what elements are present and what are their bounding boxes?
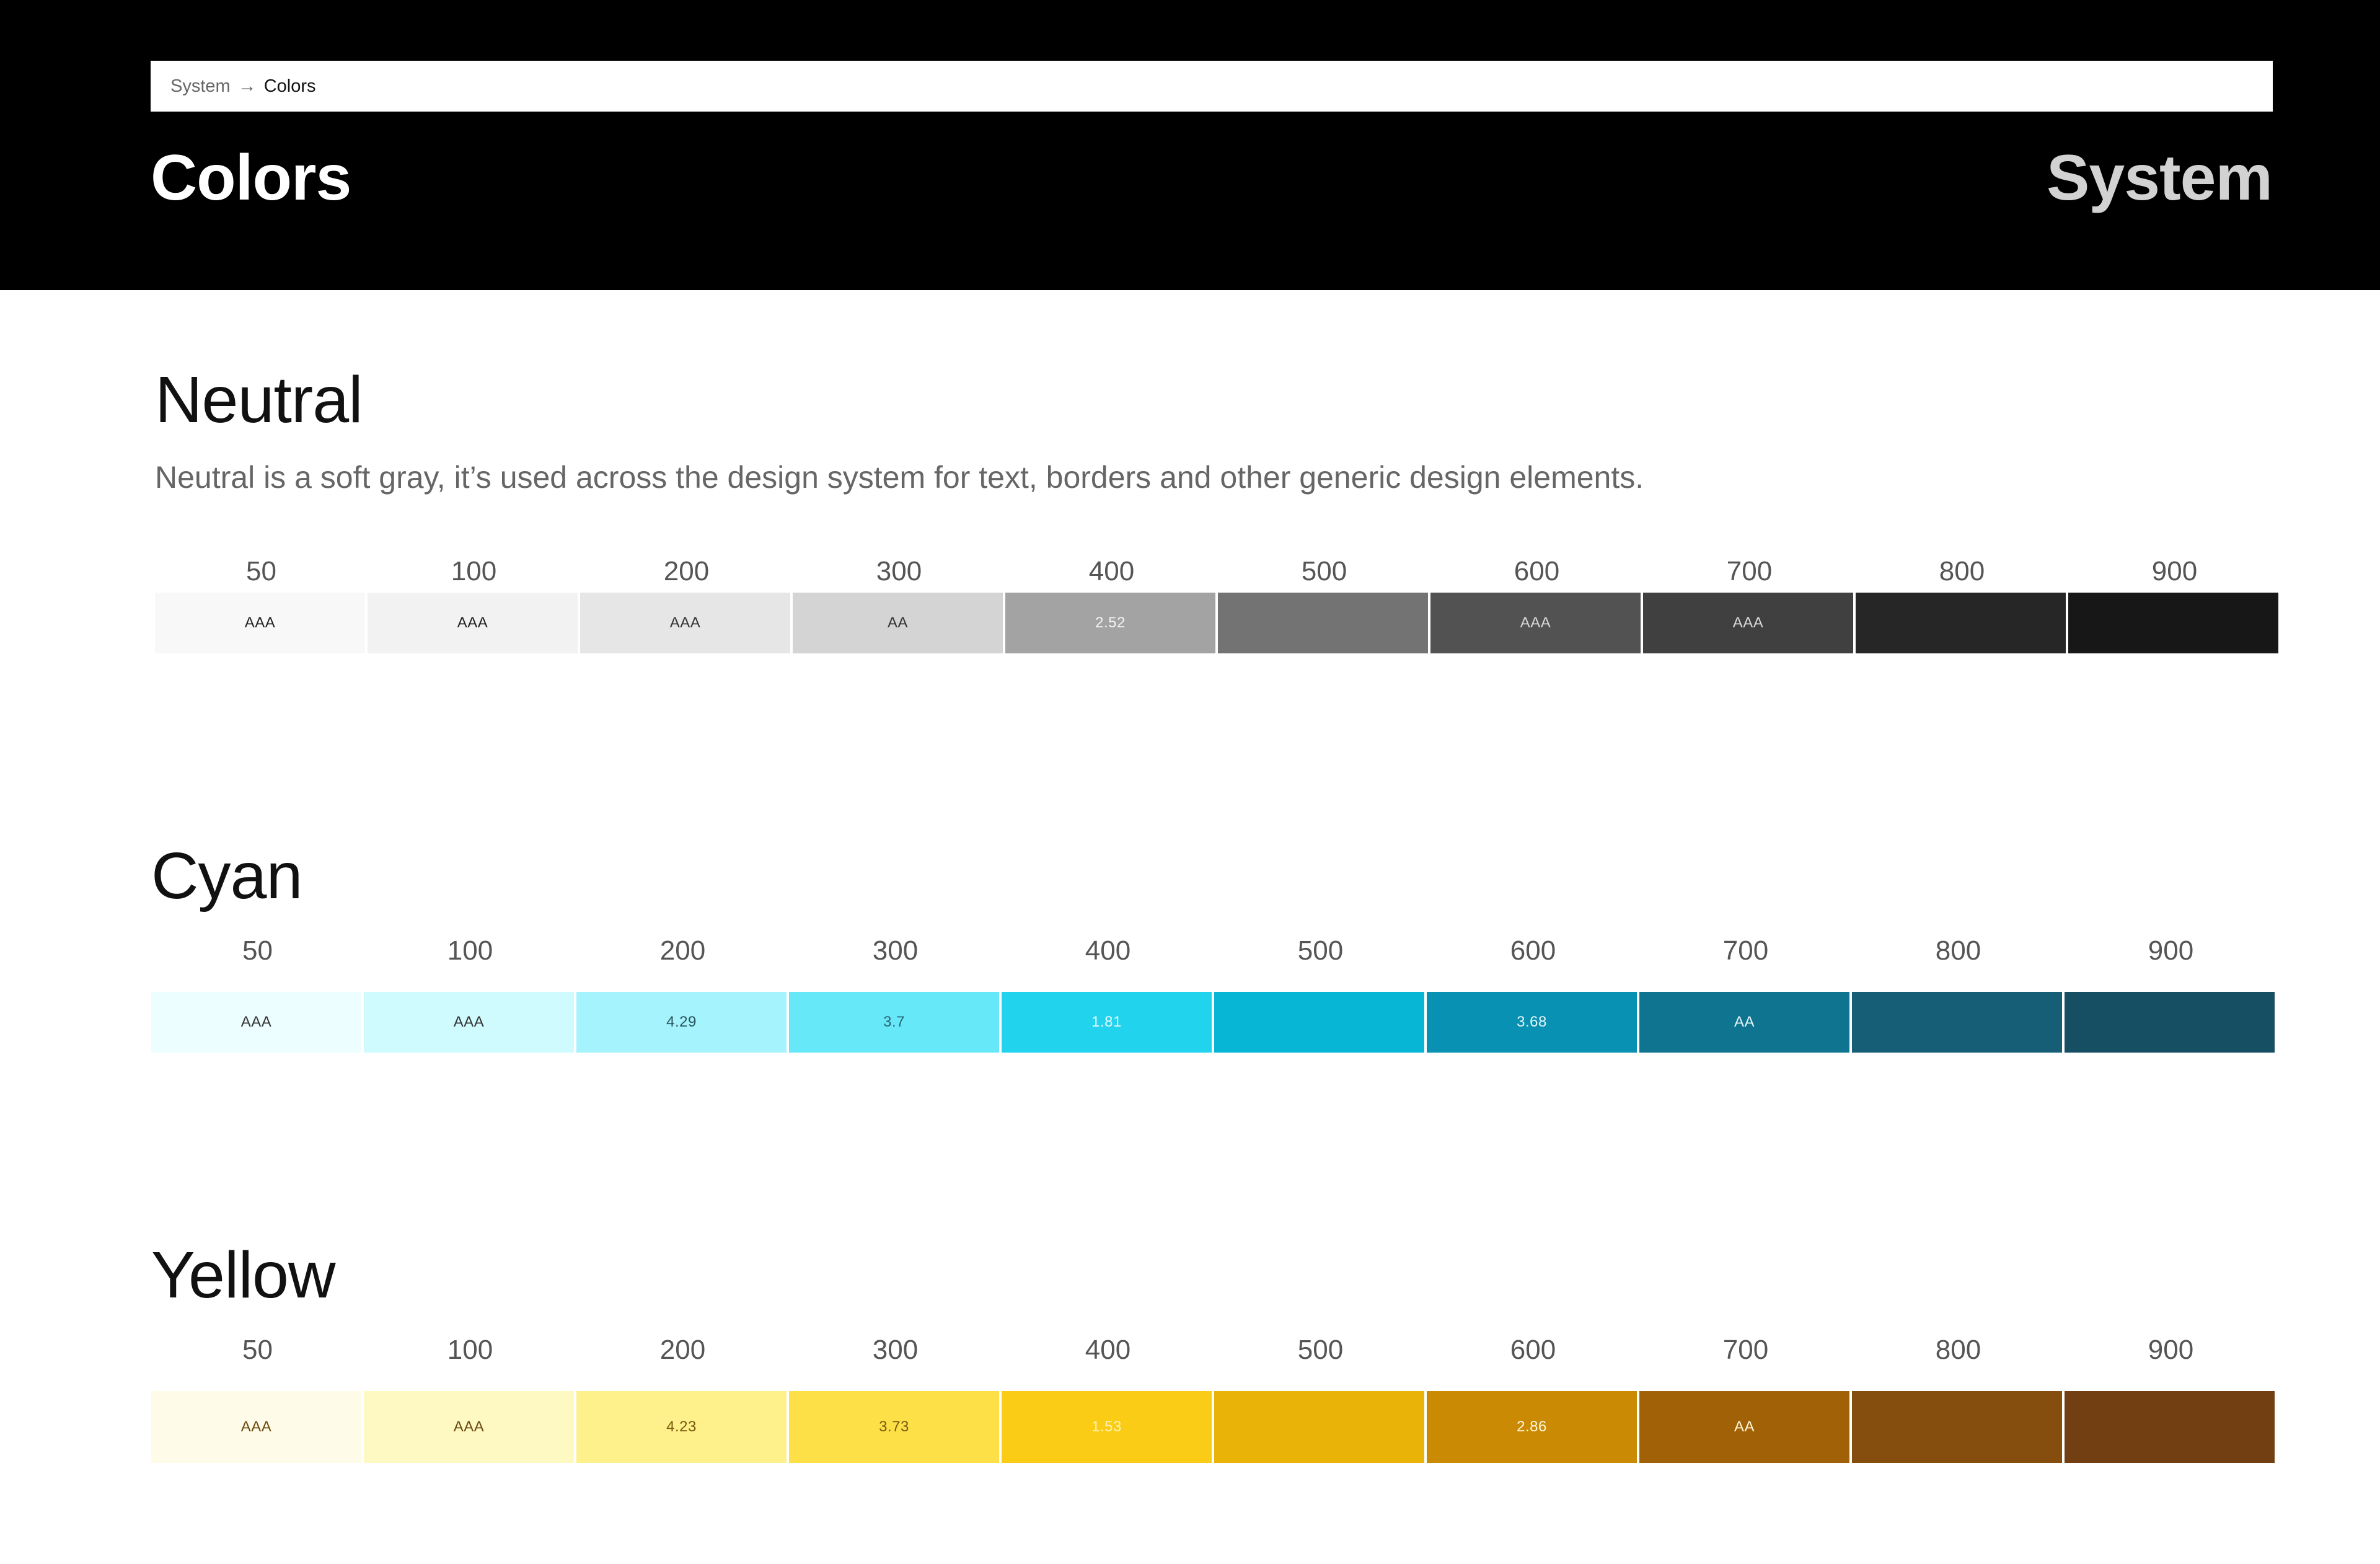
palette-description: Neutral is a soft gray, it’s used across… xyxy=(155,460,1644,495)
scale-label: 700 xyxy=(1726,556,1773,586)
scale-label: 200 xyxy=(663,556,710,586)
scale-label: 500 xyxy=(1297,935,1344,966)
color-swatch[interactable]: 1.81 xyxy=(1002,992,1212,1053)
scale-label: 800 xyxy=(1939,556,1985,586)
scale-labels: 50 100 200 300 400 500 600 700 800 900 xyxy=(151,934,2277,968)
swatch-row: AAA AAA AAA AA 2.52 AAA AAA xyxy=(155,593,2281,653)
color-swatch[interactable] xyxy=(1856,593,2066,653)
color-swatch[interactable] xyxy=(2065,992,2275,1053)
color-swatch[interactable]: AAA xyxy=(151,992,361,1053)
color-swatch[interactable]: AAA xyxy=(580,593,790,653)
scale-label: 200 xyxy=(659,1335,706,1365)
color-swatch[interactable]: AAA xyxy=(364,1391,574,1463)
scale-label: 50 xyxy=(242,1335,273,1365)
scale-label: 600 xyxy=(1510,935,1556,966)
color-swatch[interactable]: 2.86 xyxy=(1427,1391,1637,1463)
color-swatch[interactable]: 3.68 xyxy=(1427,992,1637,1053)
system-label: System xyxy=(2047,142,2273,214)
color-swatch[interactable]: AA xyxy=(1639,1391,1849,1463)
scale-label: 50 xyxy=(242,935,273,966)
color-swatch[interactable]: 4.29 xyxy=(576,992,787,1053)
scale-label: 500 xyxy=(1301,556,1347,586)
palette-title: Cyan xyxy=(151,839,302,912)
color-swatch[interactable] xyxy=(1852,992,2062,1053)
scale-label: 300 xyxy=(872,935,919,966)
scale-label: 200 xyxy=(659,935,706,966)
breadcrumb-parent-link[interactable]: System xyxy=(170,76,231,97)
scale-label: 600 xyxy=(1510,1335,1556,1365)
color-swatch[interactable]: 3.73 xyxy=(789,1391,999,1463)
color-swatch[interactable]: AA xyxy=(1639,992,1849,1053)
swatch-row: AAA AAA 4.23 3.73 1.53 2.86 AA xyxy=(151,1391,2277,1463)
palette-title: Yellow xyxy=(151,1239,336,1312)
color-swatch[interactable] xyxy=(2065,1391,2275,1463)
color-swatch[interactable]: 1.53 xyxy=(1002,1391,1212,1463)
page-title: Colors xyxy=(151,142,351,214)
scale-label: 900 xyxy=(2148,935,2194,966)
color-swatch[interactable]: AAA xyxy=(1430,593,1641,653)
scale-label: 400 xyxy=(1085,935,1131,966)
color-swatch[interactable]: 4.23 xyxy=(576,1391,787,1463)
color-swatch[interactable] xyxy=(1214,992,1424,1053)
color-swatch[interactable]: AAA xyxy=(368,593,578,653)
arrow-right-icon: → xyxy=(237,76,257,96)
color-swatch[interactable] xyxy=(2068,593,2278,653)
color-swatch[interactable] xyxy=(1852,1391,2062,1463)
page-header: System → Colors Colors System xyxy=(0,0,2380,290)
scale-labels: 50 100 200 300 400 500 600 700 800 900 xyxy=(151,1333,2277,1367)
scale-label: 600 xyxy=(1514,556,1560,586)
color-swatch[interactable]: AAA xyxy=(155,593,365,653)
scale-label: 100 xyxy=(451,556,497,586)
color-swatch[interactable]: 3.7 xyxy=(789,992,999,1053)
scale-labels: 50 100 200 300 400 500 600 700 800 900 xyxy=(155,554,2281,589)
scale-label: 50 xyxy=(246,556,276,586)
scale-label: 700 xyxy=(1722,935,1769,966)
scale-label: 900 xyxy=(2148,1335,2194,1365)
swatch-row: AAA AAA 4.29 3.7 1.81 3.68 AA xyxy=(151,992,2277,1053)
color-swatch[interactable]: 2.52 xyxy=(1005,593,1215,653)
scale-label: 300 xyxy=(872,1335,919,1365)
color-swatch[interactable]: AA xyxy=(793,593,1003,653)
breadcrumb: System → Colors xyxy=(151,61,2273,112)
scale-label: 100 xyxy=(447,1335,493,1365)
breadcrumb-current: Colors xyxy=(263,76,316,96)
scale-label: 300 xyxy=(876,556,922,586)
scale-label: 800 xyxy=(1935,935,1981,966)
scale-label: 900 xyxy=(2151,556,2198,586)
color-swatch[interactable]: AAA xyxy=(151,1391,361,1463)
scale-label: 100 xyxy=(447,935,493,966)
color-swatch[interactable] xyxy=(1214,1391,1424,1463)
scale-label: 500 xyxy=(1297,1335,1344,1365)
palette-title: Neutral xyxy=(155,363,363,436)
scale-label: 800 xyxy=(1935,1335,1981,1365)
scale-label: 700 xyxy=(1722,1335,1769,1365)
scale-label: 400 xyxy=(1088,556,1135,586)
color-swatch[interactable]: AAA xyxy=(364,992,574,1053)
scale-label: 400 xyxy=(1085,1335,1131,1365)
color-swatch[interactable] xyxy=(1218,593,1428,653)
color-swatch[interactable]: AAA xyxy=(1643,593,1853,653)
